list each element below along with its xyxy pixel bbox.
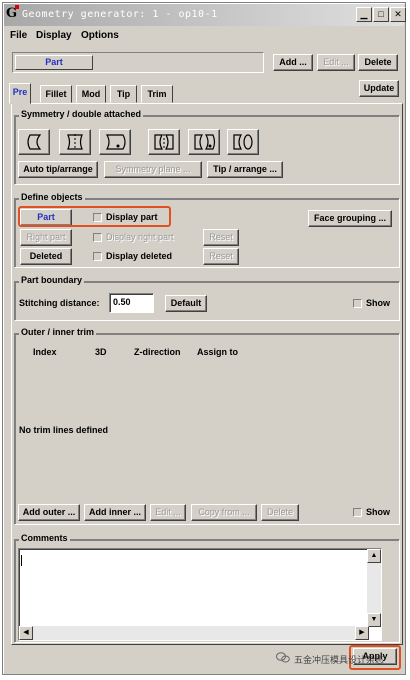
auto-tip-arrange-button[interactable]: Auto tip/arrange xyxy=(18,161,98,178)
tab-mod[interactable]: Mod xyxy=(76,85,106,103)
boundary-show-label: Show xyxy=(366,298,390,308)
part-boundary-title: Part boundary xyxy=(19,275,85,285)
watermark-text: 五金冲压模具设计杂志 xyxy=(294,655,385,665)
close-icon[interactable]: ✕ xyxy=(390,7,406,22)
menu-options[interactable]: Options xyxy=(81,30,119,41)
tab-pre[interactable]: Pre xyxy=(9,83,31,104)
col-z-direction: Z-direction xyxy=(134,347,181,357)
maximize-icon[interactable]: □ xyxy=(373,7,389,22)
display-part-label: Display part xyxy=(106,212,158,222)
trim-group-title: Outer / inner trim xyxy=(19,327,97,337)
axis-part-icon xyxy=(105,134,126,150)
part-selector: Part xyxy=(12,52,264,73)
add-outer-button[interactable]: Add outer ... xyxy=(18,504,80,521)
stitching-distance-label: Stitching distance: xyxy=(19,298,100,308)
double-separate-button[interactable] xyxy=(227,129,259,155)
boundary-show-checkbox[interactable] xyxy=(353,299,362,308)
menu-file[interactable]: File xyxy=(10,30,27,41)
copy-from-button: Copy from ... xyxy=(191,504,257,521)
scroll-up-icon[interactable]: ▲ xyxy=(367,549,381,563)
symmetry-group-title: Symmetry / double attached xyxy=(19,109,144,119)
edit-trim-button: Edit ... xyxy=(150,504,186,521)
geometry-generator-window: G Geometry generator: 1 - op10-1 ▁ □ ✕ F… xyxy=(2,2,406,675)
double-axis-button[interactable] xyxy=(188,129,220,155)
face-grouping-button[interactable]: Face grouping ... xyxy=(308,210,392,227)
col-assign-to: Assign to xyxy=(197,347,239,357)
mirror-part-icon xyxy=(67,134,83,150)
delete-trim-button: Delete xyxy=(261,504,299,521)
scroll-down-icon[interactable]: ▼ xyxy=(367,613,381,627)
col-3d: 3D xyxy=(95,347,107,357)
symmetry-mirror-button[interactable] xyxy=(59,129,91,155)
tab-fillet[interactable]: Fillet xyxy=(40,85,72,103)
trim-show-checkbox[interactable] xyxy=(353,508,362,517)
right-part-button: Right part xyxy=(20,229,72,246)
update-button[interactable]: Update xyxy=(359,80,399,97)
stitching-distance-input[interactable]: 0.50 xyxy=(109,293,154,313)
comments-textarea[interactable]: ▲ ▼ ◀ ▶ xyxy=(18,548,382,641)
edit-part-button: Edit ... xyxy=(317,54,355,71)
reset-deleted-button: Reset xyxy=(203,248,239,265)
double-separate-icon xyxy=(233,134,253,150)
comments-vscroll[interactable]: ▲ ▼ xyxy=(367,549,381,627)
col-index: Index xyxy=(33,347,57,357)
minimize-icon[interactable]: ▁ xyxy=(356,7,372,22)
menu-display[interactable]: Display xyxy=(36,30,72,41)
title-bar[interactable]: G Geometry generator: 1 - op10-1 ▁ □ ✕ xyxy=(4,4,406,26)
text-cursor xyxy=(21,555,22,566)
add-part-button[interactable]: Add ... xyxy=(273,54,313,71)
delete-part-button[interactable]: Delete xyxy=(358,54,398,71)
stitching-default-button[interactable]: Default xyxy=(165,295,207,312)
scroll-right-icon[interactable]: ▶ xyxy=(355,626,369,640)
trim-show-label: Show xyxy=(366,507,390,517)
comments-title: Comments xyxy=(19,533,70,543)
comments-hscroll[interactable]: ◀ ▶ xyxy=(19,626,369,640)
define-objects-title: Define objects xyxy=(19,192,85,202)
deleted-button[interactable]: Deleted xyxy=(20,248,72,265)
display-deleted-label: Display deleted xyxy=(106,251,173,261)
menu-bar: File Display Options xyxy=(4,27,404,45)
display-part-checkbox[interactable] xyxy=(93,213,102,222)
double-attached-button[interactable] xyxy=(148,129,180,155)
display-right-part-checkbox xyxy=(93,233,102,242)
double-attached-icon xyxy=(154,134,174,150)
app-icon: G xyxy=(6,5,19,21)
tip-arrange-button[interactable]: Tip / arrange ... xyxy=(207,161,283,178)
define-part-button[interactable]: Part xyxy=(20,209,72,226)
reset-right-part-button: Reset xyxy=(203,229,239,246)
display-deleted-checkbox[interactable] xyxy=(93,252,102,261)
wechat-icon xyxy=(276,652,290,663)
scroll-left-icon[interactable]: ◀ xyxy=(19,626,33,640)
symmetry-plane-button: Symmetry plane ... xyxy=(104,161,202,178)
double-axis-icon xyxy=(194,134,216,150)
add-inner-button[interactable]: Add inner ... xyxy=(84,504,146,521)
single-part-icon xyxy=(27,134,42,150)
tab-tip[interactable]: Tip xyxy=(110,85,137,103)
display-right-part-label: Display right part xyxy=(106,232,174,242)
symmetry-axis-button[interactable] xyxy=(99,129,131,155)
tab-trim[interactable]: Trim xyxy=(141,85,173,103)
symmetry-single-button[interactable] xyxy=(18,129,50,155)
part-field-button[interactable]: Part xyxy=(15,55,93,70)
no-trim-lines-text: No trim lines defined xyxy=(19,425,109,435)
window-title: Geometry generator: 1 - op10-1 xyxy=(22,9,218,20)
